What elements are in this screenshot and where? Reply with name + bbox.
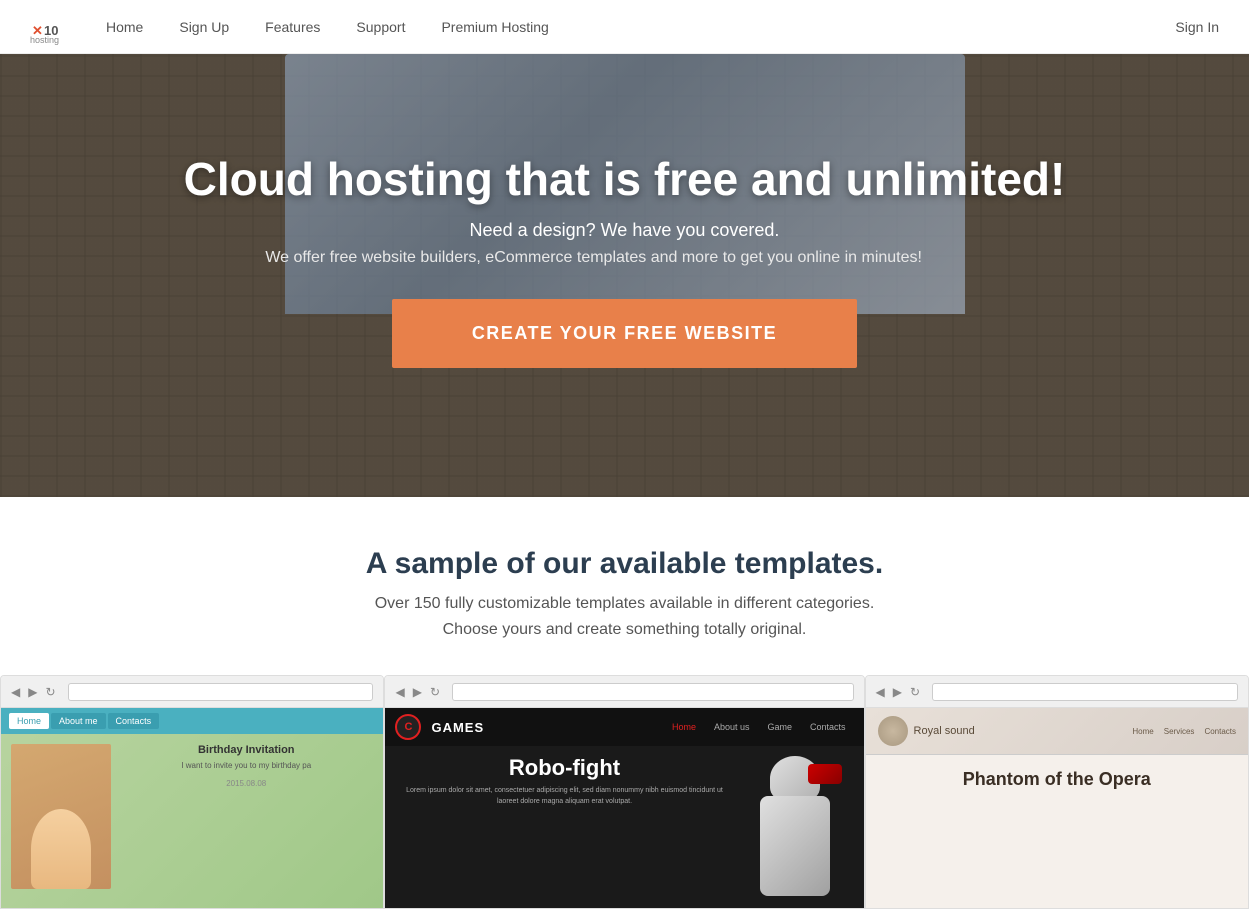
signin-link[interactable]: Sign In	[1175, 19, 1219, 35]
browser-back-3[interactable]: ◀	[876, 685, 885, 699]
p3-content: Phantom of the Opera	[866, 755, 1248, 808]
p2-nav-game[interactable]: Game	[760, 719, 801, 735]
p2-header: C GAMES Home About us Game Contacts	[385, 708, 863, 746]
p1-face	[31, 809, 91, 889]
browser-url-1	[68, 683, 374, 701]
hero-description: We offer free website builders, eCommerc…	[184, 249, 1004, 267]
browser-refresh-1[interactable]: ↻	[45, 685, 55, 699]
hero-content: Cloud hosting that is free and unlimited…	[144, 153, 1106, 368]
navbar-links: Home Sign Up Features Support Premium Ho…	[106, 19, 1175, 35]
p3-logo-area: Royal sound	[878, 716, 975, 746]
nav-home[interactable]: Home	[106, 19, 143, 35]
p2-text: Robo-fight Lorem ipsum dolor sit amet, c…	[399, 756, 729, 807]
p1-body-text: I want to invite you to my birthday pa	[119, 760, 373, 771]
templates-title: A sample of our available templates.	[0, 547, 1249, 581]
browser-bar-2: ◀ ▶ ↻	[385, 676, 863, 708]
p3-main-title: Phantom of the Opera	[880, 769, 1234, 790]
p3-nav-services[interactable]: Services	[1164, 727, 1195, 736]
template-preview-games[interactable]: ◀ ▶ ↻ C GAMES Home About us Game Contact…	[384, 675, 864, 909]
p1-photo	[11, 744, 111, 889]
p2-nav-about[interactable]: About us	[706, 719, 758, 735]
preview-2-body: C GAMES Home About us Game Contacts Robo…	[385, 708, 863, 908]
hero-title: Cloud hosting that is free and unlimited…	[184, 153, 1066, 206]
template-preview-royal[interactable]: ◀ ▶ ↻ Royal sound Home Services Contacts	[865, 675, 1249, 909]
templates-subtitle: Over 150 fully customizable templates av…	[0, 595, 1249, 613]
robot-body	[760, 796, 830, 896]
browser-back-2[interactable]: ◀	[395, 685, 404, 699]
p2-nav: Home About us Game Contacts	[664, 719, 854, 735]
browser-forward-3[interactable]: ▶	[893, 685, 902, 699]
p2-brand: GAMES	[431, 720, 484, 735]
cta-button[interactable]: CREATE YOUR FREE WEBSITE	[392, 299, 857, 368]
p2-main-title: Robo-fight	[399, 756, 729, 780]
p3-nav-contacts[interactable]: Contacts	[1204, 727, 1236, 736]
nav-signup[interactable]: Sign Up	[179, 19, 229, 35]
templates-previews: ◀ ▶ ↻ Home About me Contacts Birthday In…	[0, 675, 1249, 909]
browser-url-3	[932, 683, 1238, 701]
browser-bar-3: ◀ ▶ ↻	[866, 676, 1248, 708]
p2-logo: C	[395, 714, 421, 740]
logo-icon: ✕ 10 hosting	[30, 9, 66, 45]
nav-support[interactable]: Support	[356, 19, 405, 35]
p2-content: Robo-fight Lorem ipsum dolor sit amet, c…	[385, 746, 863, 906]
p2-robot	[740, 756, 850, 896]
p3-brand: Royal sound	[914, 725, 975, 737]
p1-date: 2015.08.08	[119, 779, 373, 788]
p2-body-text: Lorem ipsum dolor sit amet, consectetuer…	[399, 786, 729, 807]
p3-header: Royal sound Home Services Contacts	[866, 708, 1248, 755]
nav-features[interactable]: Features	[265, 19, 320, 35]
browser-url-2	[452, 683, 854, 701]
hero-section: Cloud hosting that is free and unlimited…	[0, 54, 1249, 497]
p1-text: Birthday Invitation I want to invite you…	[119, 744, 373, 889]
templates-tagline: Choose yours and create something totall…	[0, 621, 1249, 639]
preview-3-body: Royal sound Home Services Contacts Phant…	[866, 708, 1248, 908]
p1-nav-home[interactable]: Home	[9, 713, 49, 729]
p2-nav-contacts[interactable]: Contacts	[802, 719, 854, 735]
p3-nav: Home Services Contacts	[1132, 727, 1236, 736]
p3-logo-img	[878, 716, 908, 746]
p1-title: Birthday Invitation	[119, 744, 373, 756]
templates-section: A sample of our available templates. Ove…	[0, 497, 1249, 909]
nav-premium-hosting[interactable]: Premium Hosting	[441, 19, 548, 35]
robot-visor	[808, 764, 842, 784]
hero-subtitle: Need a design? We have you covered.	[184, 220, 1066, 241]
p2-nav-home[interactable]: Home	[664, 719, 704, 735]
p3-nav-home[interactable]: Home	[1132, 727, 1153, 736]
browser-forward-2[interactable]: ▶	[413, 685, 422, 699]
browser-refresh-2[interactable]: ↻	[430, 685, 440, 699]
browser-bar-1: ◀ ▶ ↻	[1, 676, 383, 708]
p1-nav-contacts[interactable]: Contacts	[108, 713, 160, 729]
browser-refresh-3[interactable]: ↻	[910, 685, 920, 699]
browser-back-1[interactable]: ◀	[11, 685, 20, 699]
preview-1-body: Home About me Contacts Birthday Invitati…	[1, 708, 383, 908]
logo[interactable]: ✕ 10 hosting	[30, 9, 66, 45]
p1-nav: Home About me Contacts	[1, 708, 383, 734]
browser-forward-1[interactable]: ▶	[28, 685, 37, 699]
template-preview-birthday[interactable]: ◀ ▶ ↻ Home About me Contacts Birthday In…	[0, 675, 384, 909]
navbar: ✕ 10 hosting Home Sign Up Features Suppo…	[0, 0, 1249, 54]
p1-nav-about[interactable]: About me	[51, 713, 106, 729]
svg-text:hosting: hosting	[30, 35, 59, 45]
robot-head	[770, 756, 820, 801]
p1-content: Birthday Invitation I want to invite you…	[1, 734, 383, 899]
